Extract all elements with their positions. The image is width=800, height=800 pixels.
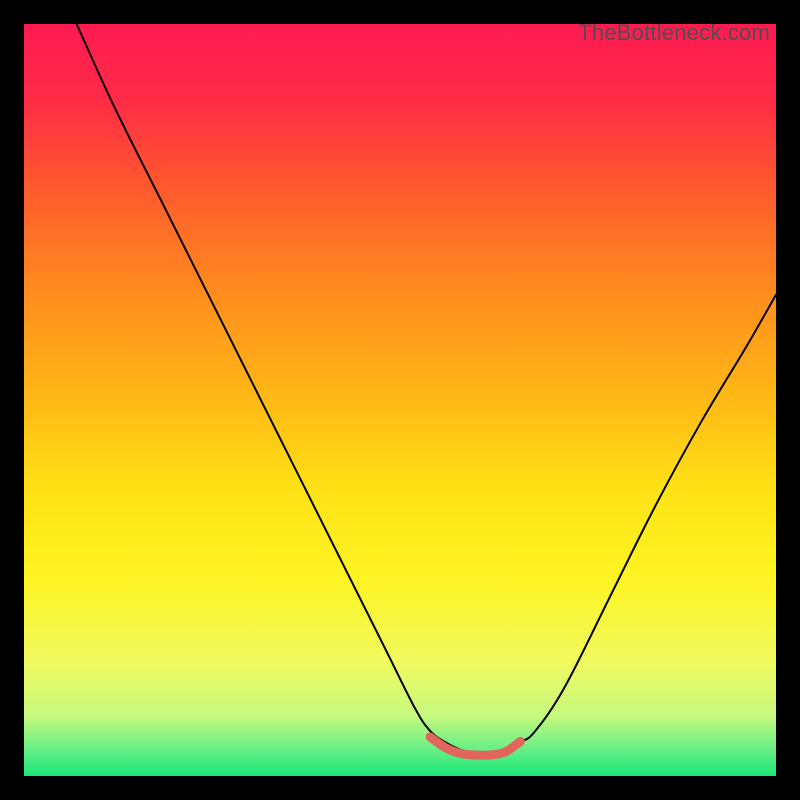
gradient-background	[24, 24, 776, 776]
watermark-text: TheBottleneck.com	[578, 24, 770, 46]
plot-area: TheBottleneck.com	[24, 24, 776, 776]
bottleneck-chart	[24, 24, 776, 776]
outer-frame: TheBottleneck.com	[0, 0, 800, 800]
